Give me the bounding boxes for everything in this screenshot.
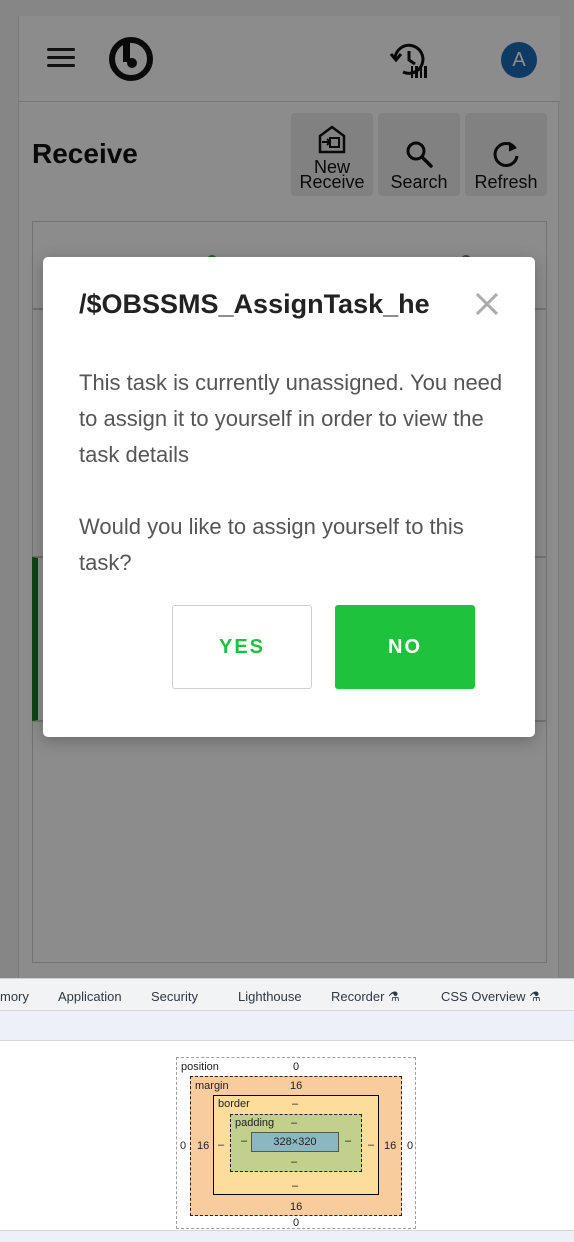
margin-right[interactable]: 16 [384, 1140, 396, 1152]
tab-css-overview-label: CSS Overview [441, 989, 526, 1004]
margin-bottom[interactable]: 16 [290, 1201, 302, 1213]
border-left[interactable]: – [218, 1139, 224, 1151]
padding-left[interactable]: – [241, 1135, 247, 1147]
tab-css-overview[interactable]: CSS Overview ⚗ [441, 989, 541, 1005]
devtools-toolbar [0, 1011, 574, 1041]
tab-memory[interactable]: mory [0, 989, 29, 1004]
dialog-message: This task is currently unassigned. You n… [79, 370, 503, 467]
box-model-margin: margin 16 16 16 16 border – – – – paddin… [190, 1076, 402, 1216]
flask-icon: ⚗ [388, 989, 400, 1004]
padding-bottom[interactable]: – [291, 1156, 297, 1168]
yes-button[interactable]: YES [172, 605, 312, 689]
tab-recorder[interactable]: Recorder ⚗ [331, 989, 400, 1005]
padding-top[interactable]: – [291, 1117, 297, 1129]
tab-application[interactable]: Application [58, 989, 122, 1004]
position-right[interactable]: 0 [407, 1140, 413, 1152]
assign-task-dialog: /$OBSSMS_AssignTask_he This task is curr… [43, 257, 535, 737]
dialog-title: /$OBSSMS_AssignTask_he [79, 289, 430, 319]
position-left[interactable]: 0 [180, 1140, 186, 1152]
border-right[interactable]: – [368, 1139, 374, 1151]
devtools-bottom-bar [0, 1230, 574, 1242]
no-button[interactable]: NO [335, 605, 475, 689]
border-label: border [218, 1098, 250, 1110]
padding-right[interactable]: – [345, 1135, 351, 1147]
margin-left[interactable]: 16 [197, 1140, 209, 1152]
position-top[interactable]: 0 [293, 1061, 299, 1073]
tab-recorder-label: Recorder [331, 989, 385, 1004]
close-icon[interactable] [473, 290, 501, 318]
tab-security[interactable]: Security [151, 989, 198, 1004]
border-top[interactable]: – [292, 1098, 298, 1110]
devtools-panel: mory Application Security Lighthouse Rec… [0, 978, 574, 1242]
padding-label: padding [235, 1117, 275, 1129]
position-bottom[interactable]: 0 [293, 1217, 299, 1229]
border-bottom[interactable]: – [292, 1180, 298, 1192]
margin-label: margin [195, 1080, 229, 1092]
content-size: 328×320 [273, 1136, 317, 1148]
position-label: position [181, 1061, 219, 1073]
box-model-content[interactable]: 328×320 [251, 1132, 339, 1152]
dialog-question: Would you like to assign yourself to thi… [79, 514, 464, 575]
devtools-tabbar: mory Application Security Lighthouse Rec… [0, 978, 574, 1011]
flask-icon: ⚗ [529, 989, 541, 1004]
tab-lighthouse[interactable]: Lighthouse [238, 989, 302, 1004]
margin-top[interactable]: 16 [290, 1080, 302, 1092]
box-model-padding: padding – – – – 328×320 [230, 1114, 362, 1172]
box-model-position: position 0 0 0 0 margin 16 16 16 16 bord… [176, 1057, 416, 1229]
box-model-border: border – – – – padding – – – – 328×320 [213, 1095, 379, 1195]
